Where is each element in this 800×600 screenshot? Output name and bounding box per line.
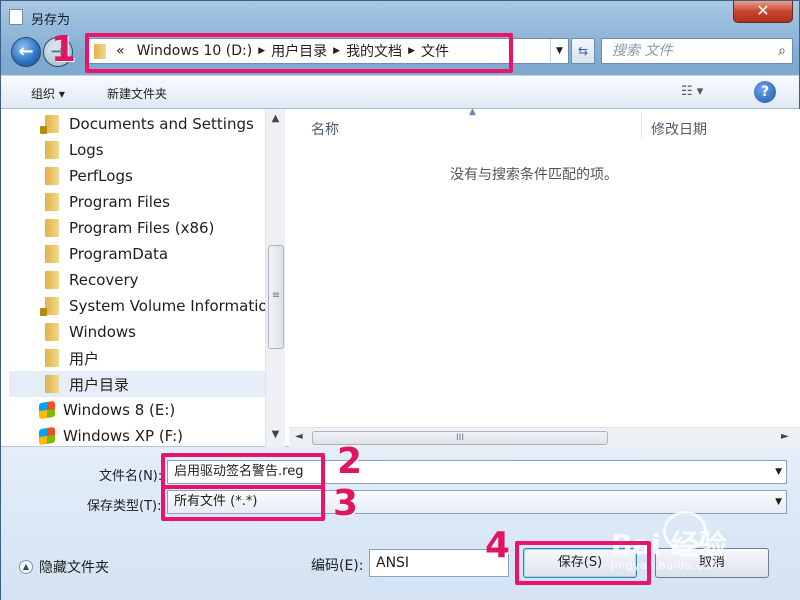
close-button[interactable]: ✕ bbox=[733, 1, 793, 23]
filename-dropdown-icon[interactable]: ▼ bbox=[775, 461, 782, 483]
annotation-box-filename bbox=[161, 453, 325, 489]
column-header-row: ▲ 名称 修改日期 bbox=[289, 107, 800, 145]
column-divider[interactable] bbox=[641, 113, 642, 139]
tree-item-label: Program Files (x86) bbox=[69, 219, 215, 237]
tree-item-label: Recovery bbox=[69, 271, 139, 289]
folder-lock-icon bbox=[40, 115, 59, 134]
search-input[interactable]: 搜索 文件 ⌕ bbox=[601, 38, 793, 64]
view-options-icon[interactable]: ☷ ▾ bbox=[681, 84, 703, 99]
tree-item-program-files-x86[interactable]: Program Files (x86) bbox=[45, 215, 214, 241]
refresh-button[interactable]: ⇆ bbox=[571, 38, 595, 64]
encoding-label: 编码(E): bbox=[311, 558, 364, 574]
annotation-box-filetype bbox=[161, 485, 325, 521]
tree-item-windows[interactable]: Windows bbox=[45, 319, 136, 345]
folder-icon bbox=[45, 349, 59, 367]
folder-lock-icon bbox=[40, 297, 59, 316]
folder-icon bbox=[45, 141, 59, 159]
file-list: ▲ 名称 修改日期 没有与搜索条件匹配的项。 ◄ III ► bbox=[289, 107, 800, 447]
filename-label: 文件名(N): bbox=[99, 469, 163, 484]
encoding-value: ANSI bbox=[376, 555, 410, 571]
address-dropdown-icon[interactable]: ▼ bbox=[550, 39, 568, 63]
annotation-step-3: 3 bbox=[333, 483, 359, 524]
tree-item-program-files[interactable]: Program Files bbox=[45, 189, 170, 215]
scroll-thumb[interactable]: ≡ bbox=[268, 245, 284, 349]
new-folder-button[interactable]: 新建文件夹 bbox=[107, 85, 167, 102]
annotation-step-2: 2 bbox=[337, 441, 363, 482]
tree-item-drive-f[interactable]: Windows XP (F:) bbox=[39, 423, 183, 447]
tree-item-drive-e[interactable]: Windows 8 (E:) bbox=[39, 397, 175, 423]
drive-icon bbox=[39, 426, 55, 446]
tree-item-label: Program Files bbox=[69, 193, 170, 211]
filetype-dropdown-icon[interactable]: ▼ bbox=[775, 491, 782, 513]
folder-icon bbox=[45, 323, 59, 341]
file-list-horizontal-scrollbar[interactable]: ◄ III ► bbox=[289, 427, 800, 447]
annotation-step-1: 1 bbox=[51, 29, 77, 70]
tree-item-system-volume-information[interactable]: System Volume Informatio bbox=[40, 293, 268, 319]
window-title: 另存为 bbox=[31, 13, 71, 28]
browser-pane: Documents and Settings Logs PerfLogs Pro… bbox=[1, 107, 800, 447]
hide-folders-toggle[interactable]: ▲ 隐藏文件夹 bbox=[19, 557, 109, 577]
tree-item-label: ProgramData bbox=[69, 245, 169, 263]
sort-ascending-icon: ▲ bbox=[469, 107, 476, 117]
folder-icon bbox=[45, 245, 59, 263]
tree-item-label: Documents and Settings bbox=[69, 115, 254, 133]
tree-item-perflogs[interactable]: PerfLogs bbox=[45, 163, 133, 189]
folder-icon bbox=[45, 219, 59, 237]
scroll-down-icon[interactable]: ▼ bbox=[266, 429, 285, 440]
help-icon[interactable]: ? bbox=[754, 81, 776, 103]
title-bar: 另存为 ✕ bbox=[1, 1, 799, 33]
annotation-step-4: 4 bbox=[485, 525, 511, 566]
filetype-label: 保存类型(T): bbox=[87, 499, 162, 514]
tree-item-programdata[interactable]: ProgramData bbox=[45, 241, 168, 267]
column-header-modified[interactable]: 修改日期 bbox=[651, 119, 707, 139]
folder-icon bbox=[45, 167, 59, 185]
tree-item-logs[interactable]: Logs bbox=[45, 137, 104, 163]
annotation-box-save bbox=[515, 541, 651, 585]
folder-icon bbox=[45, 271, 59, 289]
back-button[interactable]: ← bbox=[11, 37, 41, 67]
tree-item-label: PerfLogs bbox=[69, 167, 133, 185]
annotation-box-address bbox=[85, 33, 513, 73]
tree-item-users[interactable]: 用户 bbox=[45, 345, 99, 371]
tree-item-label: Logs bbox=[69, 141, 104, 159]
drive-icon bbox=[39, 400, 55, 420]
folder-tree: Documents and Settings Logs PerfLogs Pro… bbox=[1, 109, 285, 447]
scroll-left-icon[interactable]: ◄ bbox=[295, 431, 303, 442]
save-as-dialog: 另存为 ✕ ← → « Windows 10 (D:) ▶ 用户目录 ▶ 我的文… bbox=[0, 0, 800, 600]
tree-item-user-directory[interactable]: 用户目录 bbox=[9, 371, 265, 397]
folder-icon bbox=[45, 193, 59, 211]
search-icon[interactable]: ⌕ bbox=[778, 39, 786, 63]
hide-folders-label: 隐藏文件夹 bbox=[39, 560, 109, 576]
notepad-icon bbox=[9, 9, 23, 25]
tree-item-label: 用户 bbox=[69, 349, 100, 368]
command-bar: 组织 ▾ 新建文件夹 ☷ ▾ ? bbox=[1, 75, 799, 109]
tree-vertical-scrollbar[interactable]: ▲ ≡ ▼ bbox=[265, 109, 285, 447]
organize-button[interactable]: 组织 ▾ bbox=[31, 85, 65, 102]
empty-results-message: 没有与搜索条件匹配的项。 bbox=[450, 167, 618, 183]
tree-item-label: Windows bbox=[69, 323, 136, 341]
tree-item-label: 用户目录 bbox=[69, 375, 130, 394]
tree-item-recovery[interactable]: Recovery bbox=[45, 267, 139, 293]
search-placeholder: 搜索 文件 bbox=[612, 43, 673, 59]
folder-icon bbox=[45, 375, 59, 393]
column-header-name[interactable]: 名称 bbox=[311, 119, 339, 139]
tree-item-label: Windows 8 (E:) bbox=[63, 401, 176, 419]
tree-item-label: Windows XP (F:) bbox=[63, 427, 184, 445]
tree-item-label: System Volume Informatio bbox=[69, 297, 268, 315]
scroll-right-icon[interactable]: ► bbox=[781, 431, 789, 442]
tree-item-documents-and-settings[interactable]: Documents and Settings bbox=[40, 111, 254, 137]
scroll-up-icon[interactable]: ▲ bbox=[266, 113, 285, 124]
chevron-up-icon: ▲ bbox=[19, 560, 33, 574]
